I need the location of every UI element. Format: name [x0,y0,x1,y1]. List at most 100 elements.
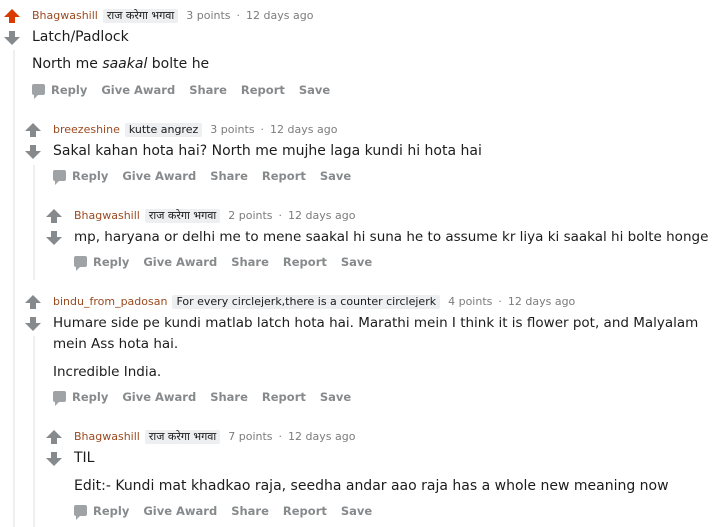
share-button[interactable]: Share [210,169,248,183]
report-button[interactable]: Report [262,390,306,404]
give-award-button[interactable]: Give Award [143,504,217,518]
vote-column [25,295,41,331]
comment-points: 2 points [228,209,273,222]
comment-time[interactable]: 12 days ago [288,430,355,443]
comment-body: Sakal kahan hota hai? North me mujhe lag… [53,141,482,162]
share-button[interactable]: Share [189,83,227,97]
share-button[interactable]: Share [210,390,248,404]
arrow-up-icon[interactable] [4,9,20,23]
vote-column [25,123,41,159]
separator: · [498,295,502,308]
comment-body: mp, haryana or delhi me to mene saakal h… [74,227,708,248]
vote-column [46,209,62,245]
arrow-up-icon[interactable] [46,209,62,223]
separator: · [260,123,265,136]
comment-text: Incredible India. [53,364,162,380]
save-button[interactable]: Save [320,169,351,183]
comment-text-part: bolte he [147,56,210,72]
comment-meta: Bhagwashill राज करेगा भगवा 2 points · 12 day… [74,209,355,223]
speech-bubble-icon [53,170,66,185]
reply-button[interactable]: Reply [32,83,88,99]
give-award-button[interactable]: Give Award [122,169,196,183]
reply-label: Reply [93,504,130,518]
comment-actions: Reply Give Award Share Report Save [53,390,365,406]
vote-column [46,430,62,466]
reply-label: Reply [51,83,88,97]
arrow-down-icon[interactable] [4,31,20,45]
report-button[interactable]: Report [283,255,327,269]
reply-label: Reply [93,255,130,269]
arrow-down-icon[interactable] [46,452,62,466]
share-button[interactable]: Share [231,255,269,269]
report-button[interactable]: Report [241,83,285,97]
give-award-button[interactable]: Give Award [122,390,196,404]
save-button[interactable]: Save [320,390,351,404]
speech-bubble-icon [74,505,87,520]
arrow-up-icon[interactable] [46,430,62,444]
give-award-button[interactable]: Give Award [101,83,175,97]
reply-button[interactable]: Reply [74,255,130,271]
save-button[interactable]: Save [341,255,372,269]
arrow-down-icon[interactable] [25,145,41,159]
comment-time[interactable]: 12 days ago [288,209,355,222]
comment-author[interactable]: Bhagwashill [74,209,140,222]
comment-text: Latch/Padlock [32,29,129,45]
arrow-up-icon[interactable] [25,295,41,309]
comment-body: TIL Edit:- Kundi mat khadkao raja, seedh… [74,448,669,497]
report-button[interactable]: Report [262,169,306,183]
reply-button[interactable]: Reply [53,390,109,406]
comment-time[interactable]: 12 days ago [246,9,313,22]
comment-actions: Reply Give Award Share Report Save [74,504,386,520]
user-flair: राज करेगा भगवा [102,9,179,23]
thread-line[interactable] [33,336,35,527]
user-flair: For every circlejerk,there is a counter … [172,295,441,309]
comment-author[interactable]: Bhagwashill [32,9,98,22]
separator: · [278,430,283,443]
comment-text: North me saakal bolte he [32,54,209,75]
comment-body: Humare side pe kundi matlab latch hota h… [53,313,698,383]
arrow-down-icon[interactable] [25,317,41,331]
comment-body: Latch/Padlock North me saakal bolte he [32,27,209,75]
comment-text: TIL [74,450,95,466]
comment-time[interactable]: 12 days ago [508,295,575,308]
speech-bubble-icon [53,391,66,406]
user-flair: राज करेगा भगवा [144,209,221,223]
separator: · [278,209,283,222]
report-button[interactable]: Report [283,504,327,518]
save-button[interactable]: Save [341,504,372,518]
speech-bubble-icon [74,256,87,271]
comment-actions: Reply Give Award Share Report Save [53,169,365,185]
comment-text-italic: saakal [102,56,148,72]
comment-meta: breezeshine kutte angrez 3 points · 12 days … [53,123,337,137]
comment-meta: bindu_from_padosan For every circlejerk,t… [53,295,575,309]
comment-meta: Bhagwashill राज करेगा भगवा 3 points · 12 day… [32,9,313,23]
comment-time[interactable]: 12 days ago [270,123,337,136]
comment-points: 4 points [448,295,493,308]
reply-button[interactable]: Reply [74,504,130,520]
user-flair: राज करेगा भगवा [144,430,221,444]
reply-button[interactable]: Reply [53,169,109,185]
comment-points: 3 points [186,9,231,22]
comment-text-part: North me [32,56,103,72]
comment-text: Humare side pe kundi matlab latch hota h… [53,315,699,331]
comment-meta: Bhagwashill राज करेगा भगवा 7 points · 12 day… [74,430,355,444]
thread-line[interactable] [33,165,35,280]
share-button[interactable]: Share [231,504,269,518]
comment-author[interactable]: Bhagwashill [74,430,140,443]
user-flair: kutte angrez [124,123,203,137]
comment-text: mein Ass hota hai. [53,336,179,352]
save-button[interactable]: Save [299,83,330,97]
give-award-button[interactable]: Give Award [143,255,217,269]
arrow-up-icon[interactable] [25,123,41,137]
reply-label: Reply [72,390,109,404]
comment-actions: Reply Give Award Share Report Save [74,255,386,271]
reply-label: Reply [72,169,109,183]
comment-actions: Reply Give Award Share Report Save [32,83,344,99]
separator: · [236,9,241,22]
comment-author[interactable]: bindu_from_padosan [53,295,167,308]
comment-author[interactable]: breezeshine [53,123,120,136]
thread-line[interactable] [13,50,15,527]
comment-points: 7 points [228,430,273,443]
speech-bubble-icon [32,84,45,99]
arrow-down-icon[interactable] [46,231,62,245]
